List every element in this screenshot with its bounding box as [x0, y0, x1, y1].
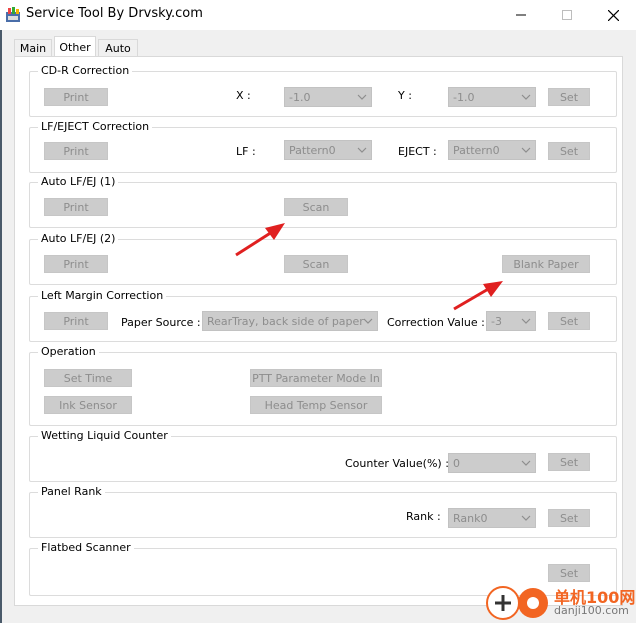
watermark: 单机100网 danji100.com	[486, 582, 636, 622]
arrow-icon	[235, 223, 285, 257]
watermark-en: danji100.com	[554, 604, 629, 617]
watermark-logo-icon	[518, 588, 548, 618]
app-window: Service Tool By Drvsky.com Main Other Au…	[0, 0, 636, 623]
arrow-icon	[453, 281, 503, 311]
plus-icon	[486, 586, 520, 620]
annotation-arrows	[235, 223, 503, 311]
